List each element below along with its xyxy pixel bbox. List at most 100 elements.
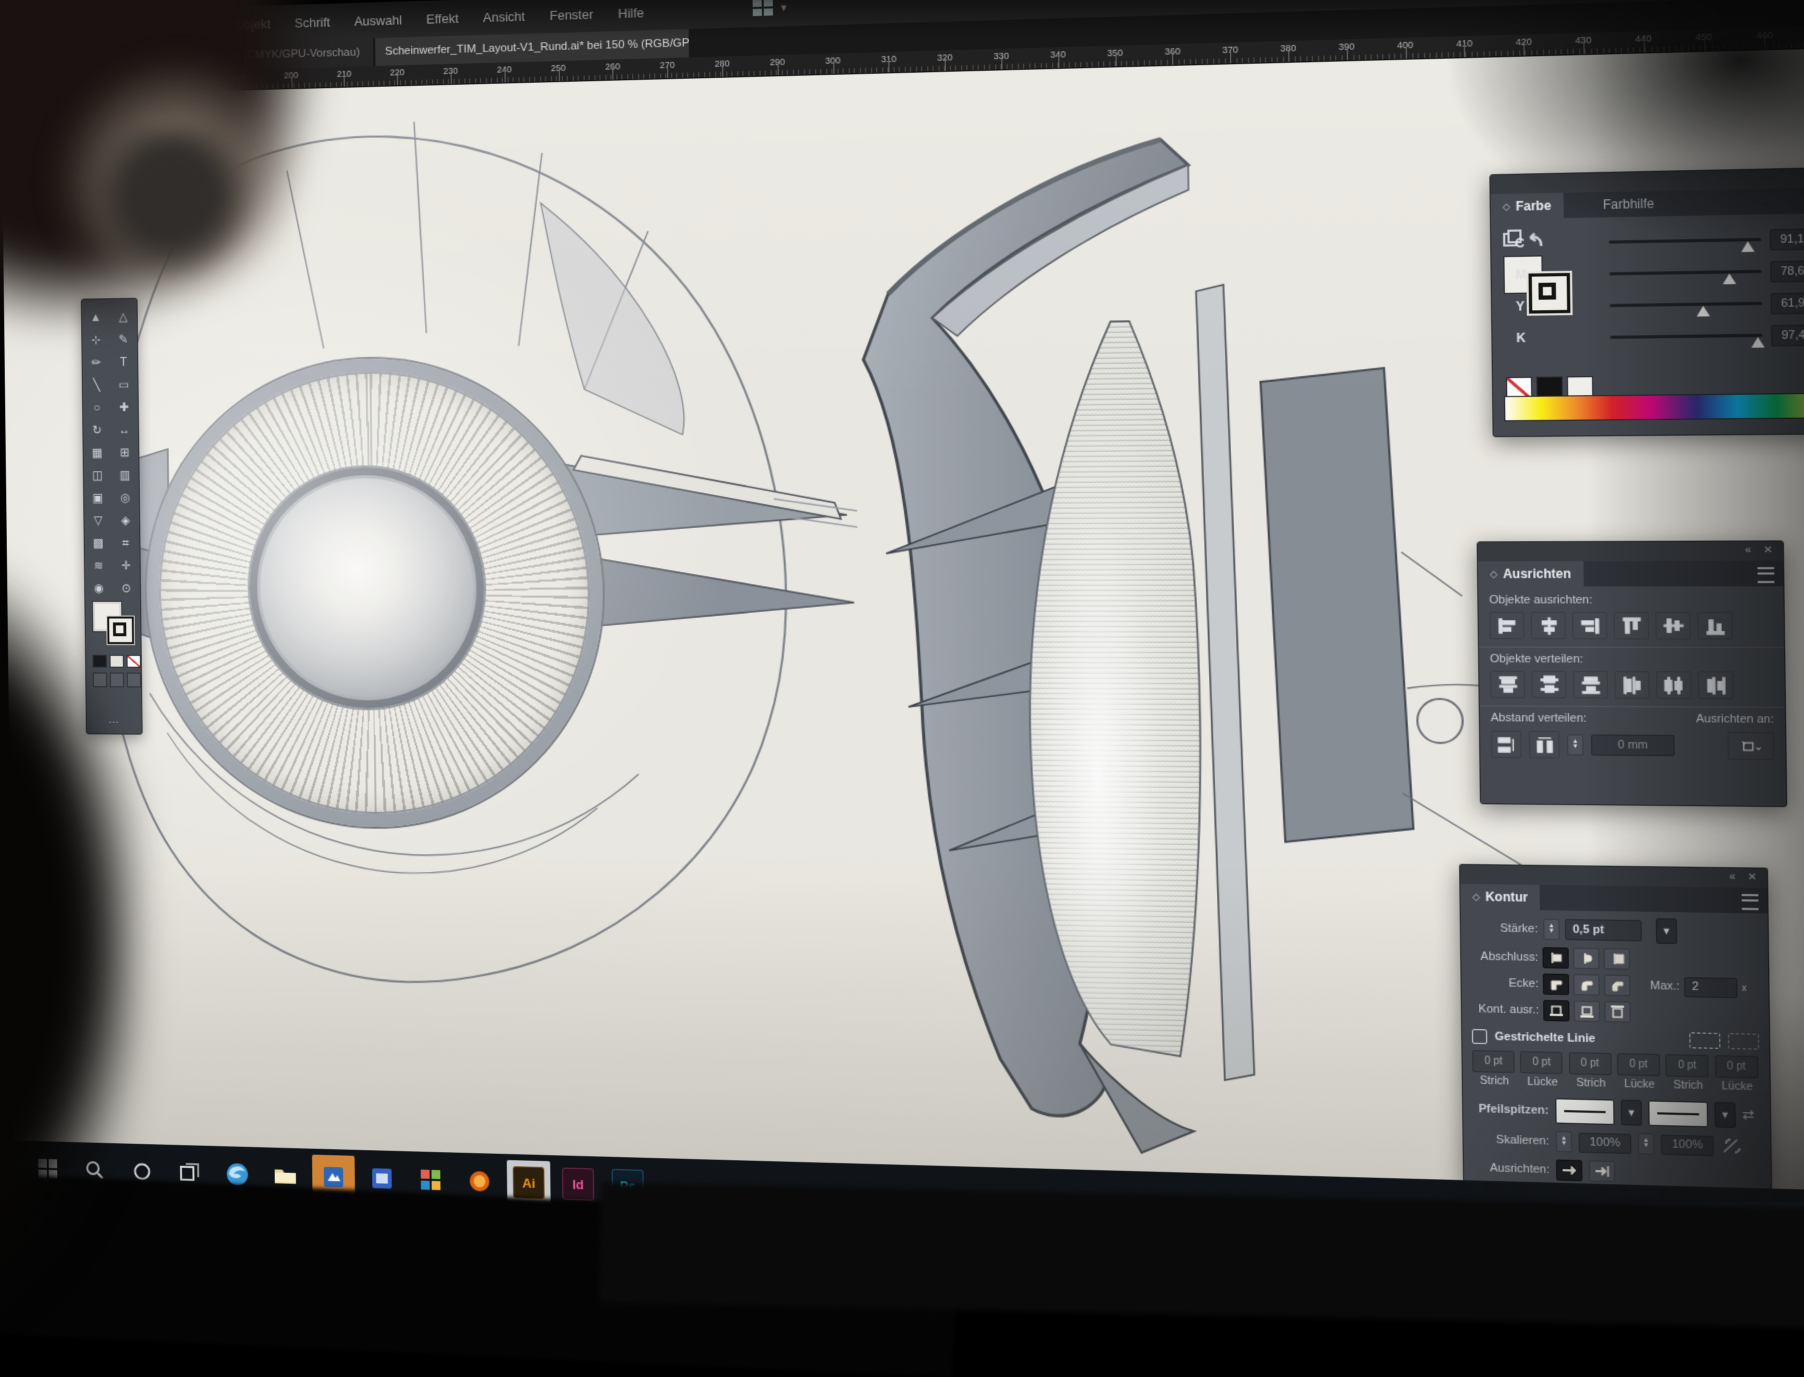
tool-type[interactable]: ╲ bbox=[86, 375, 107, 395]
draw-inside-button[interactable] bbox=[127, 673, 141, 688]
dash-value-input[interactable]: 0 pt bbox=[1666, 1054, 1709, 1077]
stroke-swatch[interactable] bbox=[107, 617, 134, 645]
dash-value-input[interactable]: 0 pt bbox=[1520, 1051, 1563, 1074]
edit-toolbar-button[interactable]: ⋯ bbox=[87, 717, 142, 730]
tool-eyedropper[interactable]: ▩ bbox=[88, 533, 109, 553]
dist-center-h-button[interactable] bbox=[1656, 671, 1692, 699]
vertical-space-button[interactable] bbox=[1491, 731, 1522, 759]
chevron-down-icon[interactable]: ▼ bbox=[1714, 1102, 1735, 1128]
dist-bottom-button[interactable] bbox=[1573, 671, 1608, 699]
channel-slider-track[interactable] bbox=[1610, 302, 1762, 307]
weight-dropdown-chevron[interactable]: ▼ bbox=[1656, 918, 1677, 944]
close-icon[interactable]: ✕ bbox=[1763, 545, 1775, 557]
dist-left-button[interactable] bbox=[1614, 671, 1649, 699]
tool-perspective-grid[interactable]: ◎ bbox=[115, 488, 136, 508]
tab-ausrichten[interactable]: ◇ Ausrichten bbox=[1478, 561, 1583, 586]
tool-hand[interactable]: ◉ bbox=[88, 578, 109, 598]
dash-align-button[interactable] bbox=[1728, 1033, 1759, 1050]
color-button[interactable] bbox=[93, 655, 107, 668]
arrowhead-end-select[interactable] bbox=[1648, 1100, 1708, 1127]
taskbar-illustrator-icon[interactable]: Ai bbox=[507, 1160, 551, 1205]
arrow-align-end-button[interactable] bbox=[1589, 1160, 1616, 1182]
channel-slider-thumb[interactable] bbox=[1722, 273, 1735, 284]
miter-value-input[interactable]: 2 bbox=[1684, 977, 1737, 998]
menu-hilfe[interactable]: Hilfe bbox=[618, 5, 644, 21]
tool-symbol-sprayer[interactable]: ≋ bbox=[88, 556, 109, 576]
channel-value-input[interactable]: 61,95 bbox=[1771, 292, 1804, 314]
tool-scale[interactable]: ⊞ bbox=[114, 442, 135, 462]
fill-stroke-indicator[interactable] bbox=[93, 602, 135, 647]
join-bevel-button[interactable] bbox=[1604, 975, 1631, 997]
collapse-icon[interactable]: « bbox=[1745, 545, 1754, 557]
tool-lasso[interactable]: ✎ bbox=[113, 329, 134, 349]
stroke-align-center-button[interactable] bbox=[1543, 1000, 1569, 1022]
menu-objekt[interactable]: Objekt bbox=[234, 16, 270, 32]
taskbar-file-explorer-icon[interactable] bbox=[264, 1153, 307, 1198]
dist-right-button[interactable] bbox=[1698, 671, 1734, 699]
tool-curvature[interactable]: T bbox=[113, 352, 134, 372]
dash-value-input[interactable]: 0 pt bbox=[1568, 1052, 1611, 1075]
none-button[interactable] bbox=[127, 655, 141, 668]
stroke-proxy-swatch[interactable] bbox=[1529, 273, 1571, 314]
taskbar-task-view-icon[interactable] bbox=[168, 1151, 210, 1196]
tool-mesh[interactable]: ▽ bbox=[88, 510, 109, 530]
tool-pencil[interactable]: ↻ bbox=[87, 420, 108, 440]
tool-rectangle[interactable]: ○ bbox=[86, 398, 107, 418]
tool-rotate[interactable]: ▦ bbox=[87, 443, 108, 463]
tool-paintbrush[interactable]: ✚ bbox=[114, 397, 135, 417]
tool-magic-wand[interactable]: ⊹ bbox=[85, 330, 106, 350]
taskbar-blue-app-icon[interactable] bbox=[360, 1156, 403, 1201]
channel-slider-thumb[interactable] bbox=[1752, 337, 1765, 348]
taskbar-orange-app-icon[interactable] bbox=[312, 1155, 355, 1200]
tool-zoom[interactable]: ⊙ bbox=[116, 578, 137, 598]
channel-value-input[interactable]: 91,17 bbox=[1770, 228, 1804, 250]
swap-arrowheads-icon[interactable]: ⇄ bbox=[1742, 1107, 1754, 1124]
channel-slider-track[interactable] bbox=[1609, 270, 1761, 276]
weight-stepper[interactable]: ▲▼ bbox=[1543, 919, 1560, 940]
align-left-button[interactable] bbox=[1489, 612, 1524, 639]
tool-width[interactable]: ◫ bbox=[87, 465, 108, 485]
menu-datei[interactable]: Datei bbox=[98, 20, 127, 36]
tab-farbhilfe[interactable]: Farbhilfe bbox=[1591, 191, 1667, 218]
dashed-line-checkbox[interactable] bbox=[1472, 1029, 1487, 1044]
menu-bearbeiten[interactable]: Bearbeiten bbox=[151, 18, 211, 35]
spacing-value-input[interactable]: 0 mm bbox=[1591, 734, 1675, 756]
spacing-stepper[interactable]: ▲▼ bbox=[1567, 734, 1584, 755]
tab-kontur[interactable]: ◇ Kontur bbox=[1460, 884, 1540, 910]
tool-free-transform[interactable]: ▥ bbox=[114, 465, 135, 485]
join-round-button[interactable] bbox=[1573, 974, 1599, 996]
link-broken-icon[interactable] bbox=[1720, 1137, 1740, 1155]
stroke-align-outside-button[interactable] bbox=[1604, 1001, 1631, 1023]
menu-effekt[interactable]: Effekt bbox=[426, 10, 458, 26]
taskbar-start-icon[interactable] bbox=[27, 1147, 69, 1191]
taskbar-indesign-icon[interactable]: Id bbox=[556, 1161, 600, 1207]
taskbar-cortana-icon[interactable] bbox=[121, 1149, 163, 1194]
tab-farbe[interactable]: ◇ Farbe bbox=[1491, 193, 1564, 220]
taskbar-edge-icon[interactable] bbox=[216, 1152, 259, 1197]
taskbar-search-icon[interactable] bbox=[74, 1148, 116, 1192]
align-center-h-button[interactable] bbox=[1531, 612, 1566, 639]
horizontal-space-button[interactable] bbox=[1529, 731, 1560, 759]
cap-butt-button[interactable] bbox=[1542, 947, 1568, 969]
channel-value-input[interactable]: 97,45 bbox=[1771, 324, 1804, 346]
dash-value-input[interactable]: 0 pt bbox=[1472, 1050, 1515, 1073]
align-top-button[interactable] bbox=[1614, 612, 1649, 640]
menu-fenster[interactable]: Fenster bbox=[550, 6, 594, 22]
align-middle-v-button[interactable] bbox=[1655, 612, 1691, 640]
tool-gradient[interactable]: ◈ bbox=[115, 510, 136, 530]
arrange-documents-icon[interactable] bbox=[753, 0, 773, 16]
chevron-down-icon[interactable]: ▾ bbox=[781, 1, 787, 14]
menu-schrift[interactable]: Schrift bbox=[294, 14, 330, 30]
arrowhead-start-select[interactable] bbox=[1555, 1098, 1614, 1125]
align-bottom-button[interactable] bbox=[1697, 612, 1733, 640]
menu-ansicht[interactable]: Ansicht bbox=[483, 8, 525, 24]
channel-slider-track[interactable] bbox=[1609, 238, 1761, 244]
dash-value-input[interactable]: 0 pt bbox=[1715, 1055, 1759, 1078]
align-right-button[interactable] bbox=[1572, 612, 1607, 640]
scale-start-value[interactable]: 100% bbox=[1579, 1132, 1632, 1153]
tool-direct-selection[interactable]: △ bbox=[113, 307, 134, 327]
panel-menu-icon[interactable] bbox=[1757, 567, 1774, 583]
taskbar-firefox-icon[interactable] bbox=[458, 1159, 502, 1204]
draw-normal-button[interactable] bbox=[93, 672, 107, 687]
scale-start-stepper[interactable]: ▲▼ bbox=[1556, 1131, 1573, 1153]
